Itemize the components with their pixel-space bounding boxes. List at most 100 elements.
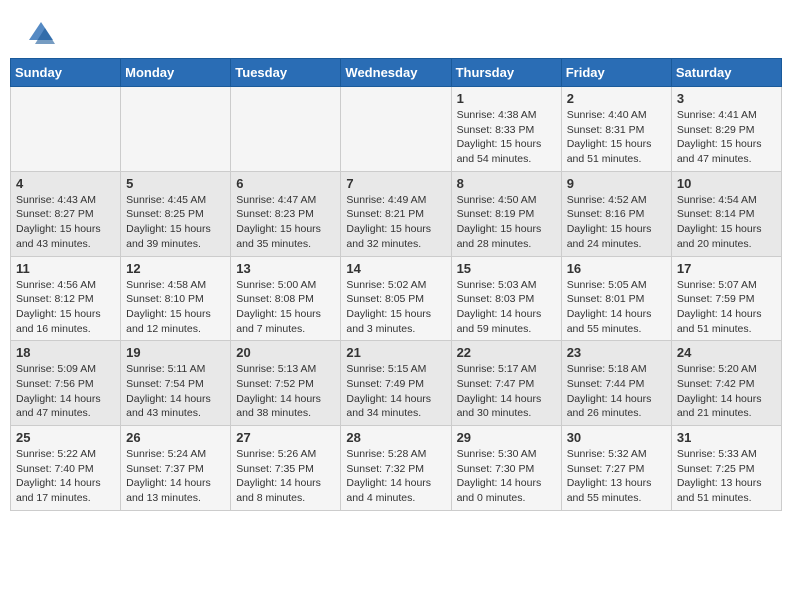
day-info: Sunrise: 5:03 AM Sunset: 8:03 PM Dayligh… — [457, 278, 556, 337]
weekday-header-wednesday: Wednesday — [341, 59, 451, 87]
day-number: 30 — [567, 430, 666, 445]
day-info: Sunrise: 5:17 AM Sunset: 7:47 PM Dayligh… — [457, 362, 556, 421]
day-number: 24 — [677, 345, 776, 360]
day-info: Sunrise: 4:47 AM Sunset: 8:23 PM Dayligh… — [236, 193, 335, 252]
day-number: 3 — [677, 91, 776, 106]
weekday-header-thursday: Thursday — [451, 59, 561, 87]
weekday-header-tuesday: Tuesday — [231, 59, 341, 87]
day-number: 5 — [126, 176, 225, 191]
day-info: Sunrise: 4:40 AM Sunset: 8:31 PM Dayligh… — [567, 108, 666, 167]
day-number: 29 — [457, 430, 556, 445]
calendar-cell: 20 Sunrise: 5:13 AM Sunset: 7:52 PM Dayli… — [231, 341, 341, 426]
calendar-cell: 24 Sunrise: 5:20 AM Sunset: 7:42 PM Dayli… — [671, 341, 781, 426]
day-info: Sunrise: 5:09 AM Sunset: 7:56 PM Dayligh… — [16, 362, 115, 421]
day-number: 27 — [236, 430, 335, 445]
calendar-cell: 6Sunrise: 4:47 AM Sunset: 8:23 PM Daylig… — [231, 171, 341, 256]
calendar-cell: 25Sunrise: 5:22 AM Sunset: 7:40 PM Dayli… — [11, 426, 121, 511]
calendar-week-row: 18Sunrise: 5:09 AM Sunset: 7:56 PM Dayli… — [11, 341, 782, 426]
day-number: 20 — [236, 345, 335, 360]
calendar-cell: 9Sunrise: 4:52 AM Sunset: 8:16 PM Daylig… — [561, 171, 671, 256]
day-info: Sunrise: 5:30 AM Sunset: 7:30 PM Dayligh… — [457, 447, 556, 506]
day-info: Sunrise: 4:41 AM Sunset: 8:29 PM Dayligh… — [677, 108, 776, 167]
calendar-cell: 19 Sunrise: 5:11 AM Sunset: 7:54 PM Dayli… — [121, 341, 231, 426]
day-number: 22 — [457, 345, 556, 360]
calendar-cell: 11 Sunrise: 4:56 AM Sunset: 8:12 PM Dayli… — [11, 256, 121, 341]
calendar-cell: 27 Sunrise: 5:26 AM Sunset: 7:35 PM Dayli… — [231, 426, 341, 511]
day-info: Sunrise: 4:58 AM Sunset: 8:10 PM Dayligh… — [126, 278, 225, 337]
day-info: Sunrise: 5:32 AM Sunset: 7:27 PM Dayligh… — [567, 447, 666, 506]
day-number: 17 — [677, 261, 776, 276]
calendar-cell: 5 Sunrise: 4:45 AM Sunset: 8:25 PM Daylig… — [121, 171, 231, 256]
calendar-cell: 18Sunrise: 5:09 AM Sunset: 7:56 PM Dayli… — [11, 341, 121, 426]
day-info: Sunrise: 4:45 AM Sunset: 8:25 PM Dayligh… — [126, 193, 225, 252]
calendar-cell: 26 Sunrise: 5:24 AM Sunset: 7:37 PM Dayli… — [121, 426, 231, 511]
page-header — [10, 10, 782, 53]
day-info: Sunrise: 5:11 AM Sunset: 7:54 PM Dayligh… — [126, 362, 225, 421]
calendar-cell — [121, 87, 231, 172]
calendar-cell: 2Sunrise: 4:40 AM Sunset: 8:31 PM Daylig… — [561, 87, 671, 172]
day-info: Sunrise: 5:00 AM Sunset: 8:08 PM Dayligh… — [236, 278, 335, 337]
calendar-week-row: 1 Sunrise: 4:38 AM Sunset: 8:33 PM Daylig… — [11, 87, 782, 172]
day-number: 14 — [346, 261, 445, 276]
day-info: Sunrise: 5:13 AM Sunset: 7:52 PM Dayligh… — [236, 362, 335, 421]
calendar-cell: 28 Sunrise: 5:28 AM Sunset: 7:32 PM Dayli… — [341, 426, 451, 511]
day-info: Sunrise: 4:49 AM Sunset: 8:21 PM Dayligh… — [346, 193, 445, 252]
day-info: Sunrise: 5:20 AM Sunset: 7:42 PM Dayligh… — [677, 362, 776, 421]
day-number: 26 — [126, 430, 225, 445]
calendar-cell: 15Sunrise: 5:03 AM Sunset: 8:03 PM Dayli… — [451, 256, 561, 341]
day-number: 12 — [126, 261, 225, 276]
day-number: 13 — [236, 261, 335, 276]
weekday-header-saturday: Saturday — [671, 59, 781, 87]
calendar-cell: 17 Sunrise: 5:07 AM Sunset: 7:59 PM Dayli… — [671, 256, 781, 341]
calendar-week-row: 4Sunrise: 4:43 AM Sunset: 8:27 PM Daylig… — [11, 171, 782, 256]
day-number: 11 — [16, 261, 115, 276]
calendar-cell — [231, 87, 341, 172]
day-info: Sunrise: 5:33 AM Sunset: 7:25 PM Dayligh… — [677, 447, 776, 506]
calendar-week-row: 11 Sunrise: 4:56 AM Sunset: 8:12 PM Dayli… — [11, 256, 782, 341]
day-number: 1 — [457, 91, 556, 106]
day-number: 10 — [677, 176, 776, 191]
calendar-cell: 3 Sunrise: 4:41 AM Sunset: 8:29 PM Daylig… — [671, 87, 781, 172]
day-info: Sunrise: 4:54 AM Sunset: 8:14 PM Dayligh… — [677, 193, 776, 252]
calendar-cell: 12 Sunrise: 4:58 AM Sunset: 8:10 PM Dayli… — [121, 256, 231, 341]
day-info: Sunrise: 4:50 AM Sunset: 8:19 PM Dayligh… — [457, 193, 556, 252]
calendar-cell: 8 Sunrise: 4:50 AM Sunset: 8:19 PM Daylig… — [451, 171, 561, 256]
calendar-cell: 29 Sunrise: 5:30 AM Sunset: 7:30 PM Dayli… — [451, 426, 561, 511]
calendar-cell: 7 Sunrise: 4:49 AM Sunset: 8:21 PM Daylig… — [341, 171, 451, 256]
day-info: Sunrise: 5:07 AM Sunset: 7:59 PM Dayligh… — [677, 278, 776, 337]
day-number: 19 — [126, 345, 225, 360]
calendar-cell: 13 Sunrise: 5:00 AM Sunset: 8:08 PM Dayli… — [231, 256, 341, 341]
day-info: Sunrise: 5:24 AM Sunset: 7:37 PM Dayligh… — [126, 447, 225, 506]
day-number: 8 — [457, 176, 556, 191]
day-info: Sunrise: 5:26 AM Sunset: 7:35 PM Dayligh… — [236, 447, 335, 506]
calendar-week-row: 25Sunrise: 5:22 AM Sunset: 7:40 PM Dayli… — [11, 426, 782, 511]
calendar-cell: 16 Sunrise: 5:05 AM Sunset: 8:01 PM Dayli… — [561, 256, 671, 341]
calendar-cell — [341, 87, 451, 172]
calendar-header-row: SundayMondayTuesdayWednesdayThursdayFrid… — [11, 59, 782, 87]
calendar-cell: 4Sunrise: 4:43 AM Sunset: 8:27 PM Daylig… — [11, 171, 121, 256]
day-number: 21 — [346, 345, 445, 360]
calendar-cell: 31 Sunrise: 5:33 AM Sunset: 7:25 PM Dayli… — [671, 426, 781, 511]
calendar-cell: 10 Sunrise: 4:54 AM Sunset: 8:14 PM Dayli… — [671, 171, 781, 256]
day-info: Sunrise: 5:18 AM Sunset: 7:44 PM Dayligh… — [567, 362, 666, 421]
calendar-cell: 14Sunrise: 5:02 AM Sunset: 8:05 PM Dayli… — [341, 256, 451, 341]
weekday-header-sunday: Sunday — [11, 59, 121, 87]
day-info: Sunrise: 4:52 AM Sunset: 8:16 PM Dayligh… — [567, 193, 666, 252]
day-info: Sunrise: 4:38 AM Sunset: 8:33 PM Dayligh… — [457, 108, 556, 167]
calendar-cell: 30 Sunrise: 5:32 AM Sunset: 7:27 PM Dayli… — [561, 426, 671, 511]
day-info: Sunrise: 5:05 AM Sunset: 8:01 PM Dayligh… — [567, 278, 666, 337]
day-number: 25 — [16, 430, 115, 445]
day-info: Sunrise: 5:28 AM Sunset: 7:32 PM Dayligh… — [346, 447, 445, 506]
calendar-cell: 22 Sunrise: 5:17 AM Sunset: 7:47 PM Dayli… — [451, 341, 561, 426]
weekday-header-monday: Monday — [121, 59, 231, 87]
day-info: Sunrise: 4:56 AM Sunset: 8:12 PM Dayligh… — [16, 278, 115, 337]
calendar-cell: 21Sunrise: 5:15 AM Sunset: 7:49 PM Dayli… — [341, 341, 451, 426]
day-number: 31 — [677, 430, 776, 445]
day-number: 28 — [346, 430, 445, 445]
day-info: Sunrise: 4:43 AM Sunset: 8:27 PM Dayligh… — [16, 193, 115, 252]
day-number: 7 — [346, 176, 445, 191]
weekday-header-friday: Friday — [561, 59, 671, 87]
calendar-table: SundayMondayTuesdayWednesdayThursdayFrid… — [10, 58, 782, 511]
logo — [25, 20, 55, 48]
day-number: 16 — [567, 261, 666, 276]
